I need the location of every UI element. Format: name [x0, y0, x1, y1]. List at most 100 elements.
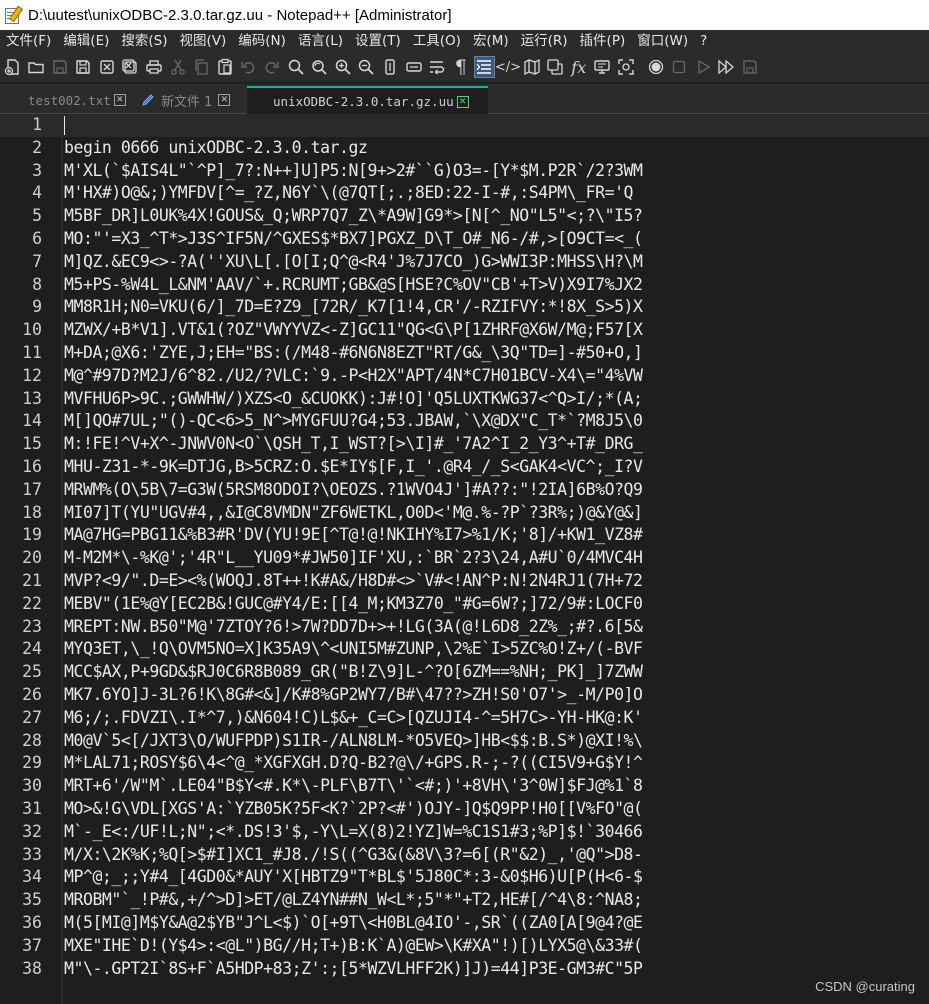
line-text[interactable]: MHU-Z31-*-9K=DTJG,B>5CRZ:O.$E*IY$[F,I_'.…	[64, 456, 643, 479]
line-text[interactable]: M-M2M*\-%K@';'4R"L__YU09*#JW50]IF'XU,:`B…	[64, 547, 643, 570]
stop-macro-icon[interactable]	[669, 56, 690, 78]
zoom-out-icon[interactable]	[356, 56, 377, 78]
tab-new-file-1[interactable]: 新文件 1 ✕	[141, 88, 231, 112]
line-text[interactable]: MCC$AX,P+9GD&$RJ0C6R8B089_GR("B!Z\9]L-^?…	[64, 661, 643, 684]
new-file-icon[interactable]	[2, 56, 23, 78]
line-text[interactable]: M'HX#)O@&;)YMFDV[^=_?Z,N6Y`\(@7QT[;.;8ED…	[64, 182, 633, 205]
editor-line[interactable]: 13 MVFHU6P>9C.;GWWHW/)XZS<O_&CUOKK):J#!O]…	[0, 388, 929, 411]
line-text[interactable]: M[]QO#7UL;"()-QC<6>5_N^>MYGFUU?G4;53.JBA…	[64, 410, 643, 433]
menu-item[interactable]: 运行(R)	[515, 30, 574, 52]
line-text[interactable]: M"\-.GPT2I`8S+F`A5HDP+83;Z':;[5*WZVLHFF2…	[64, 958, 643, 981]
editor-pane[interactable]: 1 2 begin 0666 unixODBC-2.3.0.tar.gz 3 M'XL(…	[0, 114, 929, 1004]
editor-line[interactable]: 2 begin 0666 unixODBC-2.3.0.tar.gz	[0, 137, 929, 160]
editor-line[interactable]: 24 MYQ3ET,\_!Q\OVM5NO=X]K35A9\^<UNI5M#ZUN…	[0, 638, 929, 661]
line-text[interactable]: M]QZ.&EC9<>-?A(''XU\L[.[O[I;Q^@<R4'J%7J7…	[64, 251, 643, 274]
function-list-icon[interactable]: fx	[568, 56, 589, 78]
line-text[interactable]: M5+PS-%W4L_L&NM'AAV/`+.RCRUMT;GB&@S[HSE?…	[64, 274, 643, 297]
menu-item[interactable]: 设置(T)	[349, 30, 407, 52]
line-text[interactable]: MI07]T(YU"UGV#4,,&I@C8VMDN"ZF6WETKL,O0D<…	[64, 502, 643, 525]
editor-line[interactable]: 20 M-M2M*\-%K@';'4R"L__YU09*#JW50]IF'XU,:…	[0, 547, 929, 570]
editor-line[interactable]: 28 M0@V`5<[/JXT3\O/WUFPDP)S1IR-/ALN8LM-*O…	[0, 730, 929, 753]
zoom-in-icon[interactable]	[332, 56, 353, 78]
open-folder-icon[interactable]	[26, 56, 47, 78]
copy-icon[interactable]	[191, 56, 212, 78]
line-text[interactable]: begin 0666 unixODBC-2.3.0.tar.gz	[64, 137, 368, 160]
editor-line[interactable]: 16 MHU-Z31-*-9K=DTJG,B>5CRZ:O.$E*IY$[F,I_…	[0, 456, 929, 479]
menu-item[interactable]: 搜索(S)	[115, 30, 173, 52]
redo-icon[interactable]	[262, 56, 283, 78]
menu-item[interactable]: 编辑(E)	[57, 30, 115, 52]
editor-line[interactable]: 12 M@^#97D?M2J/6^82./U2/?VLC:`9.-P<H2X"AP…	[0, 365, 929, 388]
save-icon[interactable]	[49, 56, 70, 78]
clone-icon[interactable]	[545, 56, 566, 78]
line-text[interactable]: M*LAL71;ROSY$6\4<^@_*XGFXGH.D?Q-B2?@\/+G…	[64, 752, 643, 775]
line-text[interactable]: M:!FE!^V+X^-JNWV0N<O`\QSH_T,I_WST?[>\I]#…	[64, 433, 643, 456]
xml-tag-icon[interactable]: </>	[495, 56, 521, 78]
menu-item[interactable]: 编码(N)	[232, 30, 292, 52]
word-wrap-icon[interactable]	[427, 56, 448, 78]
close-all-icon[interactable]	[120, 56, 141, 78]
line-text[interactable]: MVFHU6P>9C.;GWWHW/)XZS<O_&CUOKK):J#!O]'Q…	[64, 388, 643, 411]
editor-line[interactable]: 32 M`-_E<:/UF!L;N";<*.DS!3'$,-Y\L=X(8)2!Y…	[0, 821, 929, 844]
screenshot-icon[interactable]	[615, 56, 636, 78]
line-text[interactable]: MRT+6'/W"M`.LE04"B$Y<#.K*\-PLF\B7T\'`<#;…	[64, 775, 643, 798]
save-macro-icon[interactable]	[739, 56, 760, 78]
indent-guide-icon[interactable]	[473, 56, 495, 78]
tab-unixodbc[interactable]: unixODBC-2.3.0.tar.gz.uu ✕	[247, 86, 488, 115]
line-text[interactable]: MYQ3ET,\_!Q\OVM5NO=X]K35A9\^<UNI5M#ZUNP,…	[64, 638, 643, 661]
line-text[interactable]: MK7.6YO]J-3L?6!K\8G#<&]/K#8%GP2WY7/B#\47…	[64, 684, 643, 707]
sync-vertical-icon[interactable]	[380, 56, 401, 78]
tab-close-icon[interactable]: ✕	[218, 94, 231, 106]
editor-line[interactable]: 7 M]QZ.&EC9<>-?A(''XU\L[.[O[I;Q^@<R4'J%7J…	[0, 251, 929, 274]
line-text[interactable]: MVP?<9/".D=E><%(WOQJ.8T++!K#A&/H8D#<>`V#…	[64, 570, 643, 593]
line-text[interactable]: M'XL(`$AIS4L"`^P]_7?:N++]U]P5:N[9+>2#``G…	[64, 160, 643, 183]
editor-line[interactable]: 17 MRWM%(O\5B\7=G3W(5RSM8ODOI?\OEOZS.?1WV…	[0, 479, 929, 502]
line-text[interactable]: M@^#97D?M2J/6^82./U2/?VLC:`9.-P<H2X"APT/…	[64, 365, 643, 388]
editor-line[interactable]: 35 MROBM"`_!P#&,+/^>D]>ET/@LZ4YN##N_W<L*;…	[0, 889, 929, 912]
paste-icon[interactable]	[214, 56, 235, 78]
editor-line[interactable]: 29 M*LAL71;ROSY$6\4<^@_*XGFXGH.D?Q-B2?@\/…	[0, 752, 929, 775]
undo-icon[interactable]	[238, 56, 259, 78]
editor-line[interactable]: 21 MVP?<9/".D=E><%(WOQJ.8T++!K#A&/H8D#<>`…	[0, 570, 929, 593]
line-text[interactable]: MZWX/+B*V1].VT&1(?OZ"VWYYVZ<-Z]GC11"QG<G…	[64, 319, 643, 342]
editor-line[interactable]: 11 M+DA;@X6:'ZYE,J;EH="BS:(/M48-#6N6N8EZT…	[0, 342, 929, 365]
line-text[interactable]: M5BF_DR]L0UK%4X!GOUS&_Q;WRP7Q7_Z\*A9W]G9…	[64, 205, 643, 228]
line-text[interactable]: M0@V`5<[/JXT3\O/WUFPDP)S1IR-/ALN8LM-*O5V…	[64, 730, 643, 753]
editor-line[interactable]: 6 MO:"'=X3_^T*>J3S^IF5N/^GXES$*BX7]PGXZ_D…	[0, 228, 929, 251]
menu-item[interactable]: 宏(M)	[467, 30, 515, 52]
replace-icon[interactable]	[309, 56, 330, 78]
editor-line[interactable]: 34 MP^@;_;;Y#4_[4GD0&*AUY'X[HBTZ9"T*BL$'5…	[0, 866, 929, 889]
monitor-icon[interactable]	[592, 56, 613, 78]
menu-item[interactable]: 工具(O)	[407, 30, 467, 52]
menu-item[interactable]: 视图(V)	[174, 30, 233, 52]
editor-line[interactable]: 25 MCC$AX,P+9GD&$RJ0C6R8B089_GR("B!Z\9]L-…	[0, 661, 929, 684]
line-text[interactable]: M6;/;.FDVZI\.I*^7,)&N604!C)L$&+_C=C>[QZU…	[64, 707, 643, 730]
menu-item[interactable]: 文件(F)	[0, 30, 57, 52]
line-text[interactable]: MO>&!G\VDL[XGS'A:`YZB05K?5F<K?`2P?<#')OJ…	[64, 798, 643, 821]
record-macro-icon[interactable]	[645, 56, 666, 78]
editor-line[interactable]: 8 M5+PS-%W4L_L&NM'AAV/`+.RCRUMT;GB&@S[HSE…	[0, 274, 929, 297]
line-text[interactable]: MEBV"(1E%@Y[EC2B&!GUC@#Y4/E:[[4_M;KM3Z70…	[64, 593, 643, 616]
line-text[interactable]: MROBM"`_!P#&,+/^>D]>ET/@LZ4YN##N_W<L*;5"…	[64, 889, 643, 912]
tab-test002[interactable]: test002.txt ✕	[28, 88, 126, 112]
tab-close-icon[interactable]: ✕	[456, 95, 469, 108]
line-text[interactable]: MREPT:NW.B50"M@'7ZTOY?6!>7W?DD7D+>+!LG(3…	[64, 616, 643, 639]
line-text[interactable]: MRWM%(O\5B\7=G3W(5RSM8ODOI?\OEOZS.?1WVO4…	[64, 479, 643, 502]
editor-line[interactable]: 26 MK7.6YO]J-3L?6!K\8G#<&]/K#8%GP2WY7/B#\…	[0, 684, 929, 707]
line-text[interactable]: M`-_E<:/UF!L;N";<*.DS!3'$,-Y\L=X(8)2!YZ]…	[64, 821, 643, 844]
editor-line[interactable]: 38 M"\-.GPT2I`8S+F`A5HDP+83;Z':;[5*WZVLHF…	[0, 958, 929, 981]
editor-line[interactable]: 33 M/X:\2K%K;%Q[>$#I]XC1_#J8./!S((^G3&(&8…	[0, 844, 929, 867]
editor-line[interactable]: 9 MM8R1H;N0=VKU(6/]_7D=E?Z9_[72R/_K7[1!4,…	[0, 296, 929, 319]
menu-item[interactable]: 窗口(W)	[631, 30, 694, 52]
sync-horizontal-icon[interactable]	[403, 56, 424, 78]
editor-line[interactable]: 14 M[]QO#7UL;"()-QC<6>5_N^>MYGFUU?G4;53.J…	[0, 410, 929, 433]
editor-line[interactable]: 15 M:!FE!^V+X^-JNWV0N<O`\QSH_T,I_WST?[>\I…	[0, 433, 929, 456]
show-all-chars-icon[interactable]: ¶	[450, 56, 471, 78]
editor-line[interactable]: 22 MEBV"(1E%@Y[EC2B&!GUC@#Y4/E:[[4_M;KM3Z…	[0, 593, 929, 616]
line-text[interactable]: MO:"'=X3_^T*>J3S^IF5N/^GXES$*BX7]PGXZ_D\…	[64, 228, 643, 251]
save-all-icon[interactable]	[73, 56, 94, 78]
editor-line[interactable]: 3 M'XL(`$AIS4L"`^P]_7?:N++]U]P5:N[9+>2#``…	[0, 160, 929, 183]
print-icon[interactable]	[144, 56, 165, 78]
menu-item[interactable]: 语言(L)	[292, 30, 349, 52]
editor-line[interactable]: 37 MXE"IHE`D!(Y$4>:<@L")BG//H;T+)B:K`A)@E…	[0, 935, 929, 958]
